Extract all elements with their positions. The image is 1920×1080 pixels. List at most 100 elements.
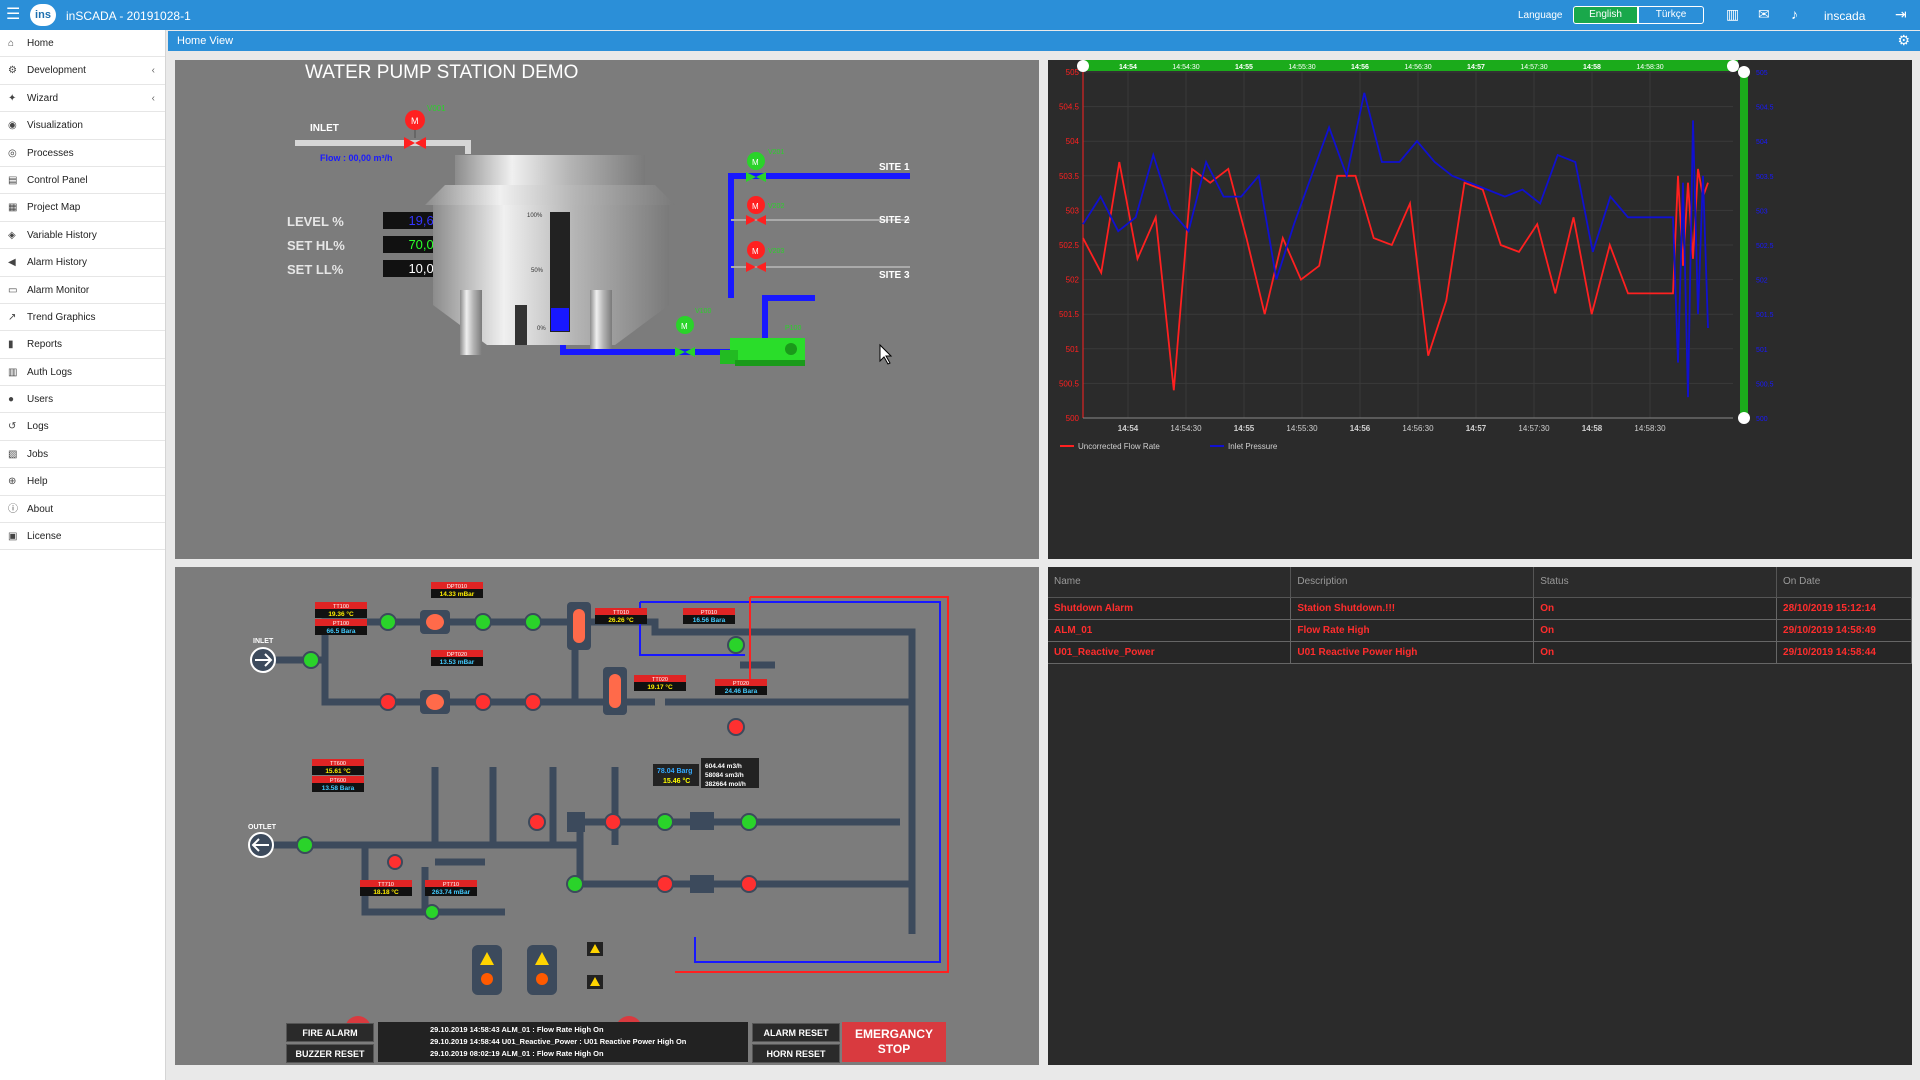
valve-v202-label: V202 — [768, 203, 784, 210]
horn-reset-button[interactable]: HORN RESET — [752, 1044, 840, 1063]
tag-name: PT010 — [701, 610, 717, 616]
sidebar-item-wizard[interactable]: ✦ Wizard ‹ — [0, 85, 165, 113]
sidebar-item-label: About — [27, 503, 54, 515]
table-row[interactable]: ALM_01 Flow Rate High On 29/10/2019 14:58:4… — [1048, 619, 1912, 642]
fire-alarm-reset-button[interactable]: FIRE ALARM RESET — [286, 1023, 374, 1057]
sidebar-item-processes[interactable]: ◎ Processes — [0, 140, 165, 167]
trend-chart[interactable]: 505 505 504.5 504.5 504 504 503.5 503.5 503 503 50… — [1048, 60, 1912, 559]
tag-box: DPT01014.33 mBar — [431, 582, 483, 598]
sidebar-item-alarm-history[interactable]: ◀ Alarm History — [0, 249, 165, 277]
column-header-name[interactable]: Name — [1048, 567, 1292, 598]
alarm-description-cell: U01 Reactive Power High — [1290, 641, 1535, 664]
sidebar-item-label: Auth Logs — [27, 366, 73, 378]
sidebar-item-license[interactable]: ▣ License — [0, 523, 165, 551]
table-row[interactable]: Shutdown Alarm Station Shutdown.!!! On 28/1… — [1048, 597, 1912, 620]
legend-label[interactable]: Uncorrected Flow Rate — [1078, 442, 1160, 451]
tag-box: PT710263.74 mBar — [425, 880, 477, 896]
x-tick-label: 14:56 — [1350, 424, 1371, 433]
alarm-message-2: 29.10.2019 14:58:44 U01_Reactive_Power :… — [430, 1037, 687, 1046]
sidebar-item-project-map[interactable]: ▦ Project Map — [0, 194, 165, 222]
chat-icon[interactable]: ✉ — [1758, 6, 1770, 22]
inlet-pipe-drop — [465, 140, 471, 154]
sidebar-item-control-panel[interactable]: ▤ Control Panel — [0, 167, 165, 195]
alarm-reset-button[interactable]: ALARM RESET — [752, 1023, 840, 1042]
flow-line-2: 58084 sm3/h — [705, 772, 744, 779]
sidebar-item-auth-logs[interactable]: ▥ Auth Logs — [0, 359, 165, 387]
value-handle-top[interactable] — [1738, 66, 1750, 78]
y-tick-label: 504 — [1066, 137, 1080, 146]
set-ll-label: SET LL% — [287, 262, 344, 277]
alarm-name-cell: Shutdown Alarm — [1048, 597, 1292, 620]
inlet-label: INLET — [310, 123, 339, 134]
alarm-status-cell: On — [1533, 641, 1778, 664]
logout-icon[interactable]: ⇥ — [1895, 6, 1907, 22]
pump-p100[interactable] — [720, 338, 805, 366]
value-handle-bottom[interactable] — [1738, 412, 1750, 424]
gauge-scale-50: 50% — [531, 268, 544, 274]
column-header-on-date[interactable]: On Date — [1776, 567, 1912, 598]
tag-value: 13.58 Bara — [322, 785, 355, 792]
language-turkish-button[interactable]: Türkçe — [1638, 6, 1704, 24]
barg-value: 78.04 Barg — [657, 768, 692, 775]
chevron-left-icon: ‹ — [151, 92, 155, 104]
alarm-date-cell: 29/10/2019 14:58:49 — [1776, 619, 1912, 642]
chevron-left-icon: ‹ — [151, 65, 155, 77]
column-header-description[interactable]: Description — [1290, 567, 1535, 598]
buzzer-reset-button[interactable]: BUZZER RESET — [286, 1044, 374, 1063]
sidebar-item-label: Control Panel — [27, 174, 88, 186]
y-tick-label: 501.5 — [1059, 310, 1080, 319]
alarm-message-3: 29.10.2019 08:02:19 ALM_01 : Flow Rate H… — [430, 1049, 604, 1058]
sidebar-item-trend-graphics[interactable]: ↗ Trend Graphics — [0, 304, 165, 332]
language-english-button[interactable]: English — [1573, 6, 1638, 24]
help-icon: ⊕ — [8, 476, 17, 488]
value-range-bar[interactable] — [1740, 72, 1748, 418]
emergency-stop-button[interactable]: EMERGANCY STOP — [842, 1022, 946, 1062]
home-icon: ⌂ — [8, 38, 15, 49]
user-name[interactable]: inscada — [1824, 9, 1865, 23]
alarm-table: Name Description Status On Date Shutdown Al… — [1048, 567, 1912, 664]
auth-icon: ▥ — [8, 366, 18, 378]
flow-line-3: 382664 mol/h — [705, 781, 746, 788]
sidebar-item-development[interactable]: ⚙ Development ‹ — [0, 57, 165, 85]
tag-value: 19.17 °C — [647, 683, 673, 691]
valve-v201-label: V201 — [768, 149, 784, 156]
tag-value: 13.53 mBar — [440, 659, 475, 666]
range-handle-right[interactable] — [1727, 60, 1739, 72]
cogs-icon: ⚙ — [8, 65, 17, 77]
sidebar-item-reports[interactable]: ▮ Reports — [0, 331, 165, 359]
x-tick-label: 14:58:30 — [1634, 424, 1666, 433]
sidebar-item-home[interactable]: ⌂ Home — [0, 30, 165, 58]
top-x-tick-label: 14:58 — [1583, 64, 1601, 71]
chart-icon[interactable]: ▥ — [1726, 6, 1739, 22]
sidebar-item-logs[interactable]: ↺ Logs — [0, 413, 165, 441]
legend-label[interactable]: Inlet Pressure — [1228, 442, 1278, 451]
sidebar-item-label: Trend Graphics — [27, 311, 96, 323]
sidebar-item-help[interactable]: ⊕ Help — [0, 468, 165, 496]
gear-icon[interactable]: ⚙ — [1897, 32, 1910, 49]
bell-icon[interactable]: ♪ — [1791, 6, 1798, 22]
app-title: inSCADA - 20191028-1 — [66, 9, 191, 23]
logs-icon: ↺ — [8, 421, 17, 433]
tag-name: DPT020 — [447, 652, 467, 658]
hamburger-menu-icon[interactable]: ☰ — [6, 6, 20, 24]
range-handle-left[interactable] — [1077, 60, 1089, 72]
tag-name: TT710 — [378, 882, 394, 888]
sidebar-item-about[interactable]: ⓘ About — [0, 496, 165, 524]
column-header-status[interactable]: Status — [1533, 567, 1778, 598]
reports-icon: ▮ — [8, 339, 14, 351]
table-row[interactable]: U01_Reactive_Power U01 Reactive Power Hig… — [1048, 641, 1912, 664]
sidebar-item-users[interactable]: ● Users — [0, 386, 165, 414]
inscada-logo: ins — [30, 4, 56, 26]
sidebar-item-variable-history[interactable]: ◈ Variable History — [0, 222, 165, 250]
process-outlet-label: OUTLET — [248, 824, 277, 831]
alarm-table-panel: Name Description Status On Date Shutdown Al… — [1048, 567, 1912, 1065]
tag-box: TT60015.61 °C — [312, 759, 364, 775]
sidebar-item-visualization[interactable]: ◉ Visualization — [0, 112, 165, 140]
level-label: LEVEL % — [287, 214, 344, 229]
y2-tick-label: 505 — [1756, 70, 1768, 77]
sidebar-item-label: Development — [27, 65, 86, 77]
sidebar-item-jobs[interactable]: ▧ Jobs — [0, 441, 165, 469]
y2-tick-label: 504.5 — [1756, 105, 1774, 112]
sidebar-item-alarm-monitor[interactable]: ▭ Alarm Monitor — [0, 277, 165, 304]
process-diagram-panel: INLET OUTLET TT100 19.36 °C PT100 66.5 Bar — [175, 567, 1039, 1065]
